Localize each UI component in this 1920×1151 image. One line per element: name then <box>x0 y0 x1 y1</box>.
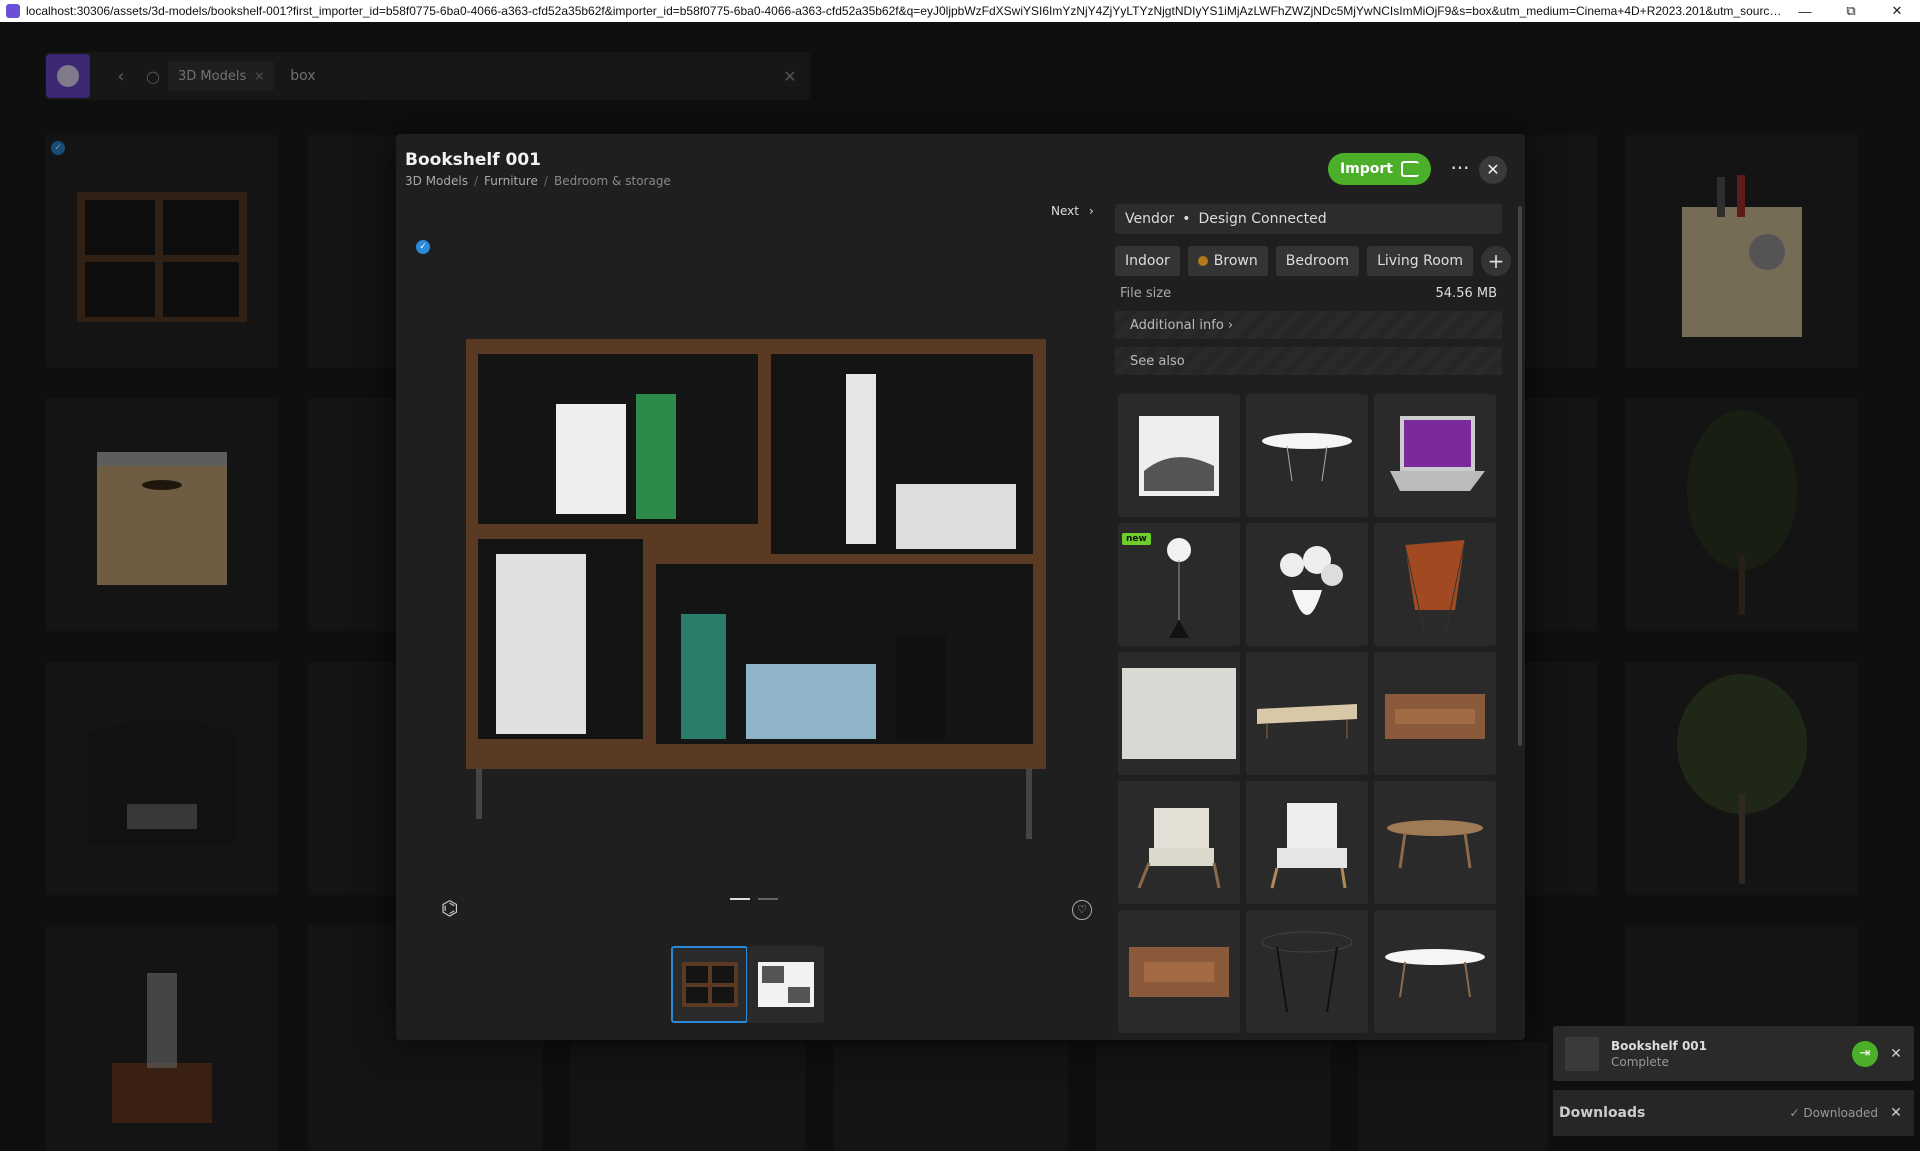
table-thumbnail <box>1262 432 1352 481</box>
asset-info-panel: Vendor • Design Connected Indoor Brown B… <box>1115 204 1515 375</box>
file-size-row: File size 54.56 MB <box>1115 286 1502 301</box>
tag-brown[interactable]: Brown <box>1187 246 1268 276</box>
tag-living-room[interactable]: Living Room <box>1367 246 1474 276</box>
more-options-button[interactable]: ··· <box>1446 156 1474 184</box>
related-asset[interactable] <box>1246 652 1368 775</box>
file-size-value: 54.56 MB <box>1435 286 1497 301</box>
model-preview[interactable] <box>456 314 1056 854</box>
flower-vase-thumbnail <box>1280 545 1343 615</box>
leather-armchair-thumbnail <box>1129 946 1229 997</box>
breadcrumb-separator: / <box>543 174 548 188</box>
color-swatch-icon <box>1197 256 1208 266</box>
app-icon <box>6 4 20 18</box>
butterfly-chair-thumbnail <box>1404 539 1466 635</box>
new-badge: new <box>1122 533 1151 545</box>
marble-table-thumbnail <box>1385 948 1485 997</box>
additional-info-toggle[interactable]: Additional info › <box>1115 311 1502 339</box>
download-item: Bookshelf 001 Complete ⇥ ✕ <box>1553 1026 1914 1081</box>
related-asset[interactable] <box>1118 781 1240 904</box>
daybed-thumbnail <box>1257 703 1357 739</box>
ar-view-icon[interactable]: ⌬ <box>441 896 471 924</box>
vendor-value: Design Connected <box>1198 211 1327 227</box>
downloads-title: Downloads <box>1559 1105 1646 1121</box>
favorite-heart-icon[interactable]: ♡ <box>1072 900 1092 920</box>
painting-thumbnail <box>1139 415 1219 496</box>
chevron-right-icon: › <box>1088 204 1094 218</box>
laptop-thumbnail <box>1390 415 1485 491</box>
selected-check-icon[interactable]: ✓ <box>416 240 430 254</box>
armchair-thumbnail <box>1270 802 1347 888</box>
next-label: Next <box>1051 204 1079 218</box>
window-close-button[interactable]: ✕ <box>1874 3 1920 19</box>
related-asset[interactable] <box>1374 523 1496 646</box>
add-tag-button[interactable]: + <box>1481 246 1512 276</box>
image-pagination <box>730 898 778 900</box>
pagination-dot[interactable] <box>758 898 778 900</box>
breadcrumb-furniture[interactable]: Furniture <box>484 174 538 188</box>
preview-thumbnail-1[interactable] <box>671 946 748 1023</box>
import-button[interactable]: Import <box>1328 153 1431 185</box>
related-asset[interactable] <box>1374 781 1496 904</box>
download-status: Complete <box>1611 1054 1669 1069</box>
tag-indoor[interactable]: Indoor <box>1115 246 1180 276</box>
close-modal-button[interactable]: ✕ <box>1479 156 1507 184</box>
side-table-thumbnail <box>1261 931 1353 1012</box>
breadcrumb-separator: / <box>473 174 479 188</box>
minimize-button[interactable]: — <box>1782 4 1828 19</box>
side-panel-scrollbar[interactable] <box>1518 206 1522 746</box>
see-also-grid: new <box>1118 394 1503 1033</box>
pagination-dot-active[interactable] <box>730 898 750 900</box>
breadcrumb: 3D Models / Furniture / Bedroom & storag… <box>405 174 671 188</box>
downloads-bar: Downloads ✓ Downloaded ✕ <box>1553 1090 1914 1136</box>
related-asset[interactable] <box>1118 394 1240 517</box>
related-asset[interactable] <box>1246 394 1368 517</box>
dismiss-download-button[interactable]: ✕ <box>1878 1046 1914 1062</box>
download-thumbnail <box>1565 1036 1599 1071</box>
close-downloads-button[interactable]: ✕ <box>1878 1105 1914 1121</box>
vendor-label: Vendor <box>1125 211 1175 227</box>
file-size-label: File size <box>1120 286 1172 301</box>
coffee-table-thumbnail <box>1387 819 1483 868</box>
related-asset[interactable]: new <box>1118 523 1240 646</box>
url-text: localhost:30306/assets/3d-models/bookshe… <box>26 4 1782 18</box>
breadcrumb-bedroom-storage[interactable]: Bedroom & storage <box>554 174 671 188</box>
rug-thumbnail <box>1122 668 1236 759</box>
related-asset[interactable] <box>1374 652 1496 775</box>
bookshelf-thumbnail <box>681 962 738 1007</box>
related-asset[interactable] <box>1246 910 1368 1033</box>
browser-titlebar: localhost:30306/assets/3d-models/bookshe… <box>0 0 1920 22</box>
related-asset[interactable] <box>1246 781 1368 904</box>
breadcrumb-3d-models[interactable]: 3D Models <box>405 174 468 188</box>
see-also-header: See also <box>1115 347 1502 375</box>
maximize-button[interactable]: ⧉ <box>1828 3 1874 19</box>
related-asset[interactable] <box>1374 910 1496 1033</box>
floor-lamp-thumbnail <box>1167 537 1191 638</box>
import-icon <box>1401 161 1420 177</box>
related-asset[interactable] <box>1118 910 1240 1033</box>
sofa-thumbnail <box>1385 693 1485 739</box>
page-title: Bookshelf 001 <box>405 150 541 170</box>
import-label: Import <box>1339 161 1394 177</box>
related-asset[interactable] <box>1246 523 1368 646</box>
vendor-field[interactable]: Vendor • Design Connected <box>1115 204 1502 234</box>
download-name: Bookshelf 001 <box>1611 1038 1707 1053</box>
tag-label: Brown <box>1213 253 1258 269</box>
downloaded-status: ✓ Downloaded <box>1789 1106 1878 1120</box>
bullet-separator: • <box>1182 211 1191 227</box>
download-info: Bookshelf 001 Complete <box>1611 1039 1852 1069</box>
lounge-chair-thumbnail <box>1137 807 1221 889</box>
tag-bedroom[interactable]: Bedroom <box>1275 246 1360 276</box>
preview-thumbnail-2[interactable] <box>747 946 824 1023</box>
asset-detail-modal: Bookshelf 001 3D Models / Furniture / Be… <box>396 134 1525 1040</box>
bookshelf-wireframe-thumbnail <box>757 962 814 1007</box>
tag-list: Indoor Brown Bedroom Living Room + <box>1115 246 1515 276</box>
import-download-button[interactable]: ⇥ <box>1852 1040 1878 1067</box>
next-asset-link[interactable]: Next › <box>1051 204 1094 218</box>
related-asset[interactable] <box>1374 394 1496 517</box>
related-asset[interactable] <box>1118 652 1240 775</box>
